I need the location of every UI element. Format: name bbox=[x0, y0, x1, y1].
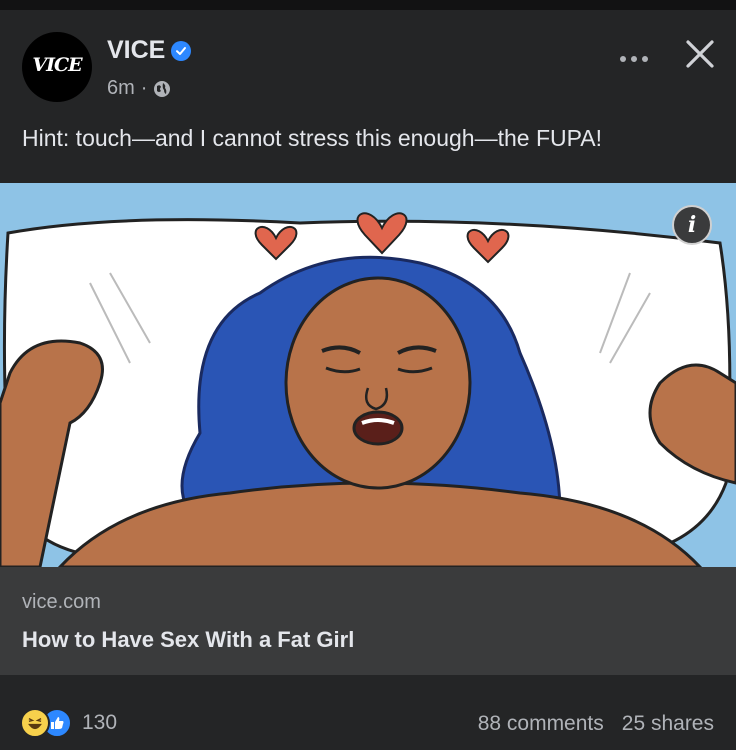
page-avatar[interactable]: VICE bbox=[22, 32, 92, 102]
reaction-count: 130 bbox=[82, 711, 118, 734]
link-preview[interactable]: vice.com How to Have Sex With a Fat Girl bbox=[0, 567, 736, 675]
dot bbox=[631, 56, 637, 62]
close-icon[interactable] bbox=[682, 36, 718, 72]
post-caption: Hint: touch—and I cannot stress this eno… bbox=[22, 125, 602, 151]
dot bbox=[620, 56, 626, 62]
link-domain: vice.com bbox=[22, 591, 101, 613]
reactions-summary[interactable]: 130 bbox=[20, 708, 117, 738]
name-row: VICE bbox=[107, 36, 192, 65]
shares-count[interactable]: 25 shares bbox=[622, 712, 714, 736]
top-band bbox=[0, 0, 736, 10]
meta-separator: · bbox=[140, 77, 148, 99]
post-time[interactable]: 6m bbox=[107, 77, 135, 100]
page-name[interactable]: VICE bbox=[107, 36, 165, 65]
link-headline[interactable]: How to Have Sex With a Fat Girl bbox=[22, 627, 354, 653]
post-header: VICE VICE 6m · bbox=[22, 32, 722, 102]
dot bbox=[642, 56, 648, 62]
article-illustration[interactable] bbox=[0, 183, 736, 567]
globe-icon[interactable] bbox=[153, 80, 171, 98]
more-options-icon[interactable] bbox=[620, 52, 660, 66]
haha-reaction-icon bbox=[20, 708, 50, 738]
engagement-bar: 130 88 comments 25 shares bbox=[0, 700, 736, 750]
avatar-logo: VICE bbox=[32, 54, 82, 76]
verified-badge-icon bbox=[171, 40, 192, 61]
engagement-stats: 88 comments 25 shares bbox=[478, 712, 714, 736]
post-meta: 6m · bbox=[107, 77, 171, 100]
feed-post: VICE VICE 6m · Hint: touch—and I cannot … bbox=[0, 10, 736, 750]
comments-count[interactable]: 88 comments bbox=[478, 712, 604, 736]
info-icon[interactable]: i bbox=[672, 205, 712, 245]
